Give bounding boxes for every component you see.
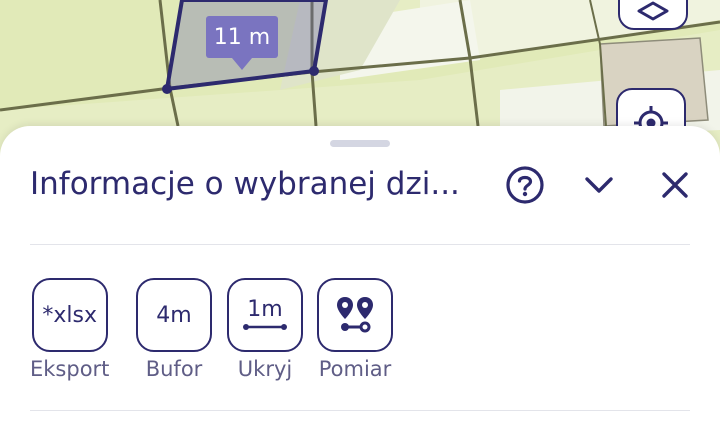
measure-tool[interactable]: Pomiar — [317, 278, 393, 381]
export-label: Eksport — [30, 357, 110, 381]
help-button[interactable] — [502, 164, 548, 206]
close-icon — [662, 172, 688, 198]
route-pins-icon — [337, 297, 373, 333]
layers-button[interactable] — [618, 0, 688, 30]
panel-title: Informacje o wybranej dzi... — [30, 166, 460, 202]
buffer-tool[interactable]: 4m Bufor — [136, 278, 212, 381]
measure-label: Pomiar — [318, 357, 392, 381]
buffer-button-text: 4m — [156, 302, 192, 328]
header-divider — [30, 244, 690, 245]
buffer-label: Bufor — [145, 357, 203, 381]
vertex-marker — [309, 66, 319, 76]
parcel-info-panel: Informacje o wybranej dzi... *xlsx Ekspo… — [0, 126, 720, 426]
vertex-marker — [162, 84, 172, 94]
layers-icon — [637, 1, 669, 21]
chevron-down-icon — [585, 177, 613, 193]
svg-text:11 m: 11 m — [214, 25, 270, 50]
help-icon — [506, 166, 544, 204]
tools-divider — [30, 410, 690, 411]
export-button-text: *xlsx — [42, 302, 98, 328]
hide-label: Ukryj — [237, 357, 293, 381]
collapse-button[interactable] — [576, 164, 622, 206]
drag-handle[interactable] — [330, 140, 390, 147]
export-tool[interactable]: *xlsx Eksport — [30, 278, 109, 381]
hide-dimensions-button[interactable]: 1m — [227, 278, 303, 352]
measure-button[interactable] — [317, 278, 393, 352]
close-button[interactable] — [652, 164, 698, 206]
export-button[interactable]: *xlsx — [31, 278, 108, 352]
buffer-button[interactable]: 4m — [136, 278, 212, 352]
dimension-ruler-icon — [243, 324, 287, 330]
hide-dimensions-button-text: 1m — [247, 297, 283, 322]
hide-dimensions-tool[interactable]: 1m Ukryj — [227, 278, 303, 381]
